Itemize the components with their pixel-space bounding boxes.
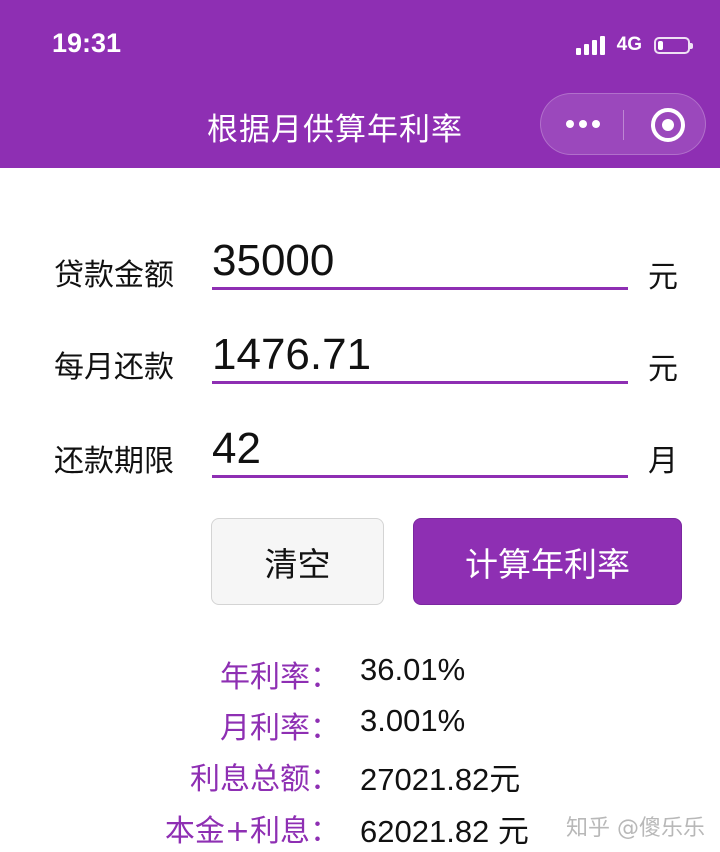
term-underline xyxy=(212,475,628,478)
term-input[interactable] xyxy=(212,424,628,474)
total-interest-value: 27021.82元 xyxy=(360,762,521,797)
watermark: 知乎 @傻乐乐 xyxy=(566,816,705,841)
clear-button[interactable]: 清空 xyxy=(211,518,384,605)
monthly-payment-label: 每月还款 xyxy=(54,350,174,385)
monthly-rate-label: 月利率： xyxy=(220,711,340,746)
network-type: 4G xyxy=(616,34,642,55)
annual-rate-value: 36.01% xyxy=(360,652,466,687)
loan-amount-input[interactable] xyxy=(212,236,628,286)
total-interest-label: 利息总额： xyxy=(190,762,340,797)
monthly-rate-value: 3.001% xyxy=(360,703,466,738)
principal-plus-interest-value: 62021.82 元 xyxy=(360,814,529,849)
result-annual-rate: 年利率： 36.01% xyxy=(0,652,720,695)
capsule-divider xyxy=(623,110,624,140)
form-row-term: 还款期限 月 xyxy=(0,420,720,490)
monthly-payment-unit: 元 xyxy=(648,352,678,387)
calculate-rate-button[interactable]: 计算年利率 xyxy=(413,518,682,605)
form-row-loan-amount: 贷款金额 元 xyxy=(0,232,720,302)
top-bar: 19:31 4G 根据月供算年利率 xyxy=(0,0,720,168)
battery-icon xyxy=(654,36,693,54)
annual-rate-label: 年利率： xyxy=(220,660,340,695)
form-row-monthly-payment: 每月还款 元 xyxy=(0,326,720,396)
mini-program-capsule xyxy=(540,93,706,155)
term-unit: 月 xyxy=(648,444,678,479)
close-icon[interactable] xyxy=(651,108,685,142)
loan-amount-unit: 元 xyxy=(648,260,678,295)
result-monthly-rate: 月利率： 3.001% xyxy=(0,703,720,746)
more-icon[interactable] xyxy=(566,120,600,128)
signal-icon xyxy=(575,35,605,55)
status-indicators: 4G xyxy=(575,30,693,60)
result-total-interest: 利息总额： 27021.82元 xyxy=(0,754,720,797)
principal-plus-interest-label: 本金+利息： xyxy=(164,814,340,849)
loan-amount-label: 贷款金额 xyxy=(54,258,174,293)
term-label: 还款期限 xyxy=(54,444,174,479)
monthly-payment-input[interactable] xyxy=(212,330,628,380)
status-time: 19:31 xyxy=(52,28,122,58)
monthly-payment-underline xyxy=(212,381,628,384)
loan-amount-underline xyxy=(212,287,628,290)
